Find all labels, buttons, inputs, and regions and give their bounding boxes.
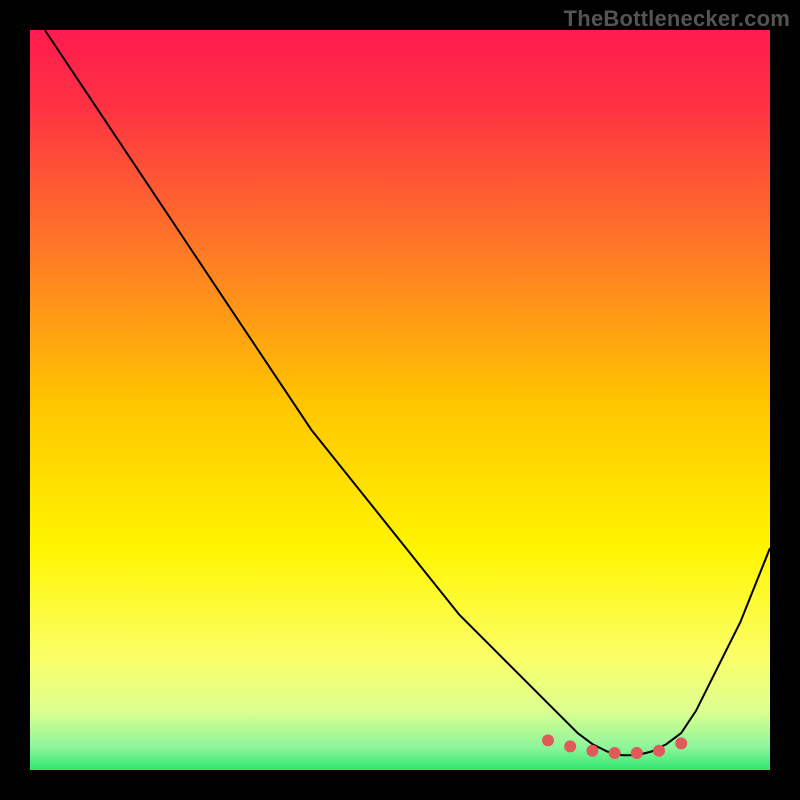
gradient-field <box>30 30 770 770</box>
chart-stage: TheBottlenecker.com <box>0 0 800 800</box>
marker-dot <box>675 737 687 749</box>
marker-dot <box>542 734 554 746</box>
bottleneck-chart <box>30 30 770 770</box>
watermark-text: TheBottlenecker.com <box>564 6 790 32</box>
marker-dot <box>631 747 643 759</box>
marker-dot <box>609 747 621 759</box>
marker-dot <box>653 745 665 757</box>
marker-dot <box>586 745 598 757</box>
marker-dot <box>564 740 576 752</box>
